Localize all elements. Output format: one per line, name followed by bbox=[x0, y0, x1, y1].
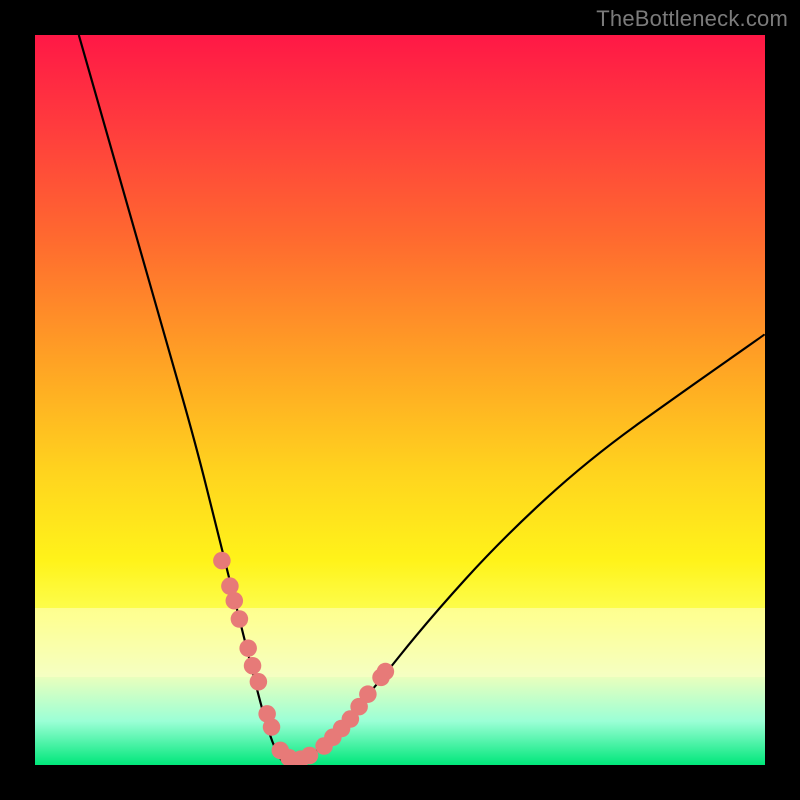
data-marker bbox=[377, 663, 395, 681]
data-marker bbox=[244, 657, 262, 675]
data-marker bbox=[263, 718, 281, 736]
data-marker bbox=[301, 747, 319, 765]
data-marker bbox=[226, 592, 244, 610]
data-marker bbox=[239, 639, 257, 657]
chart-frame: TheBottleneck.com bbox=[0, 0, 800, 800]
plot-area bbox=[35, 35, 765, 765]
data-marker bbox=[231, 610, 249, 628]
chart-svg bbox=[35, 35, 765, 765]
bottleneck-curve bbox=[79, 35, 765, 765]
data-marker bbox=[213, 552, 231, 570]
data-marker bbox=[359, 685, 377, 703]
data-marker bbox=[250, 673, 268, 691]
watermark-text: TheBottleneck.com bbox=[596, 6, 788, 32]
